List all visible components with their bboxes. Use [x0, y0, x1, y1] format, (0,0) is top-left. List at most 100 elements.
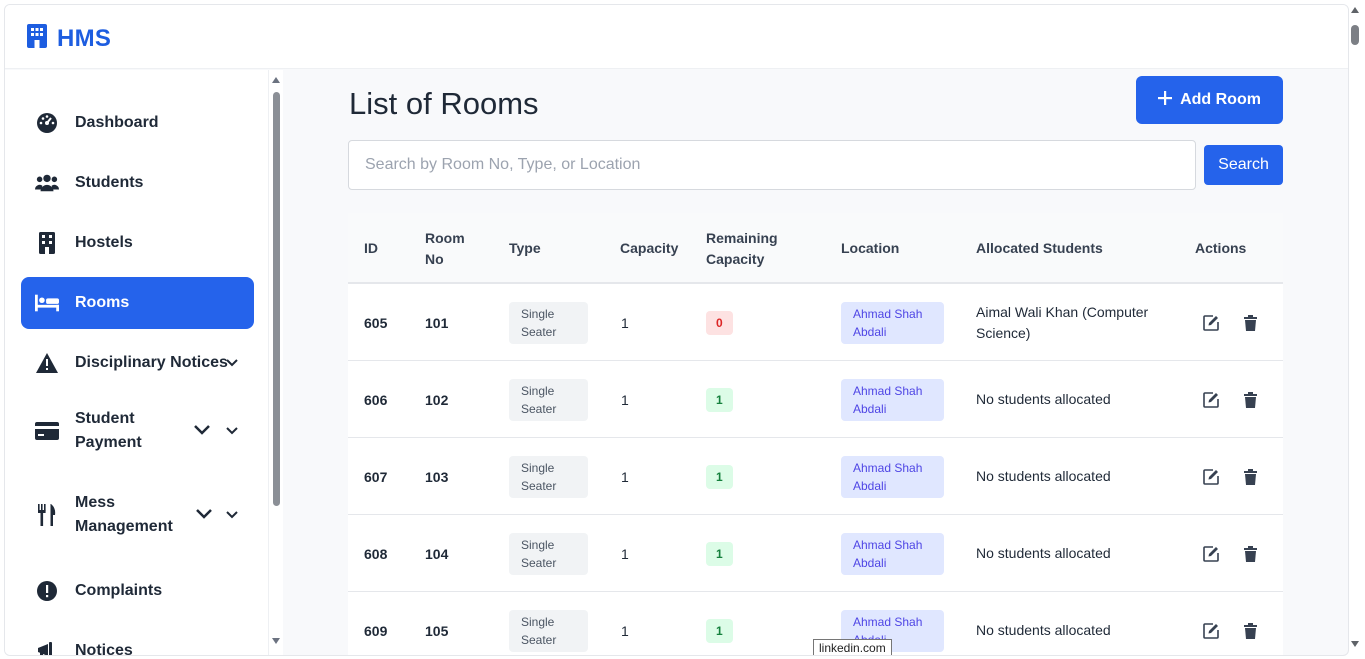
chevron-down-icon[interactable] [226, 354, 238, 372]
type-badge: Single Seater [509, 532, 588, 575]
cell-id: 607 [364, 468, 388, 485]
trash-icon[interactable] [1244, 515, 1257, 592]
allocated-students: No students allocated [976, 545, 1111, 561]
table-row: 606 102 Single Seater 1 1 Ahmad Shah Abd… [348, 361, 1283, 438]
sidebar-item-dashboard[interactable]: Dashboard [21, 100, 254, 146]
location-badge: Ahmad Shah Abdali [841, 378, 944, 421]
allocated-students: Aimal Wali Khan (Computer Science) [976, 303, 1149, 341]
header-allocated-students: Allocated Students [976, 240, 1103, 256]
cell-id: 606 [364, 391, 388, 408]
chevron-down-icon[interactable] [226, 506, 238, 524]
edit-icon[interactable] [1203, 592, 1219, 655]
type-badge: Single Seater [509, 378, 588, 421]
sidebar-item-complaints[interactable]: Complaints [21, 568, 254, 614]
utensils-icon [35, 503, 59, 527]
trash-icon[interactable] [1244, 284, 1257, 361]
location-badge: Ahmad Shah Abdali [841, 532, 944, 575]
type-badge: Single Seater [509, 455, 588, 498]
table-row: 605 101 Single Seater 1 0 Ahmad Shah Abd… [348, 284, 1283, 361]
header-id: ID [364, 240, 378, 256]
sidebar-item-rooms[interactable]: Rooms [21, 277, 254, 329]
sidebar-scroll-thumb[interactable] [273, 92, 280, 506]
sidebar-item-label: Student Payment [75, 410, 142, 451]
sidebar-item-mess-management[interactable]: Mess Management [21, 487, 254, 543]
allocated-students: No students allocated [976, 622, 1111, 638]
warning-icon [35, 351, 59, 375]
cell-capacity: 1 [621, 622, 629, 639]
cell-room-no: 104 [425, 545, 449, 562]
trash-icon[interactable] [1244, 592, 1257, 655]
table-row: 607 103 Single Seater 1 1 Ahmad Shah Abd… [348, 438, 1283, 515]
allocated-students: No students allocated [976, 391, 1111, 407]
window-scrollbar[interactable] [1349, 0, 1365, 659]
sidebar-item-label: Students [75, 174, 144, 191]
location-badge: Ahmad Shah Abdali [841, 455, 944, 498]
link-tooltip: linkedin.com [813, 639, 892, 655]
app-frame: HMS Dashboard Students Hostels Rooms Dis… [4, 4, 1349, 656]
add-room-button[interactable]: Add Room [1136, 76, 1283, 124]
megaphone-icon [35, 639, 59, 655]
scroll-up-arrow-icon[interactable] [272, 77, 280, 83]
cell-room-no: 103 [425, 468, 449, 485]
building-logo-icon [27, 24, 47, 53]
remaining-capacity-badge: 1 [706, 387, 733, 412]
search-input[interactable] [348, 140, 1196, 190]
cell-id: 605 [364, 314, 388, 331]
users-icon [35, 171, 59, 195]
page-title: List of Rooms [349, 86, 539, 121]
chevron-down-icon[interactable] [194, 422, 210, 440]
window-scroll-thumb[interactable] [1351, 25, 1359, 45]
table-row: 608 104 Single Seater 1 1 Ahmad Shah Abd… [348, 515, 1283, 592]
sidebar-item-notices[interactable]: Notices [21, 628, 254, 655]
cell-capacity: 1 [621, 391, 629, 408]
sidebar-item-hostels[interactable]: Hostels [21, 220, 254, 266]
logo[interactable]: HMS [27, 24, 111, 53]
scroll-down-arrow-icon[interactable] [272, 638, 280, 644]
edit-icon[interactable] [1203, 284, 1219, 361]
cell-id: 608 [364, 545, 388, 562]
remaining-capacity-badge: 1 [706, 618, 733, 643]
building-icon [35, 231, 59, 255]
sidebar-item-label: Rooms [75, 294, 130, 311]
cell-room-no: 101 [425, 314, 449, 331]
sidebar-item-disciplinary-notices[interactable]: Disciplinary Notices [21, 340, 254, 386]
location-badge: Ahmad Shah Abdali [841, 301, 944, 344]
type-badge: Single Seater [509, 301, 588, 344]
chevron-down-icon[interactable] [226, 422, 238, 440]
bed-icon [35, 291, 59, 315]
cell-id: 609 [364, 622, 388, 639]
exclamation-circle-icon [35, 579, 59, 603]
cell-capacity: 1 [621, 545, 629, 562]
edit-icon[interactable] [1203, 515, 1219, 592]
trash-icon[interactable] [1244, 361, 1257, 438]
gauge-icon [35, 111, 59, 135]
trash-icon[interactable] [1244, 438, 1257, 515]
sidebar-item-label: Mess Management [75, 494, 173, 535]
remaining-capacity-badge: 0 [706, 310, 733, 335]
type-badge: Single Seater [509, 609, 588, 652]
table-body: 605 101 Single Seater 1 0 Ahmad Shah Abd… [348, 284, 1283, 655]
table-header: ID Room No Type Capacity Remaining Capac… [348, 213, 1283, 284]
cell-capacity: 1 [621, 314, 629, 331]
search-button[interactable]: Search [1204, 145, 1283, 185]
add-room-label: Add Room [1180, 91, 1261, 108]
main-content: List of Rooms Add Room Search ID Room No… [283, 70, 1348, 655]
header-type: Type [509, 240, 541, 256]
top-bar: HMS [5, 5, 1348, 69]
window-scroll-up-icon[interactable] [1351, 7, 1359, 13]
header-capacity: Capacity [620, 240, 679, 256]
header-room-no: Room No [425, 229, 465, 267]
credit-card-icon [35, 419, 59, 443]
plus-icon [1158, 90, 1173, 110]
chevron-down-icon[interactable] [196, 506, 212, 524]
edit-icon[interactable] [1203, 438, 1219, 515]
cell-capacity: 1 [621, 468, 629, 485]
sidebar-item-students[interactable]: Students [21, 160, 254, 206]
window-scroll-down-icon[interactable] [1351, 641, 1359, 647]
header-actions: Actions [1195, 240, 1247, 256]
header-remaining-capacity: Remaining Capacity [706, 229, 778, 267]
edit-icon[interactable] [1203, 361, 1219, 438]
sidebar-item-label: Complaints [75, 582, 163, 599]
app-name: HMS [57, 24, 112, 52]
sidebar-item-student-payment[interactable]: Student Payment [21, 403, 254, 459]
